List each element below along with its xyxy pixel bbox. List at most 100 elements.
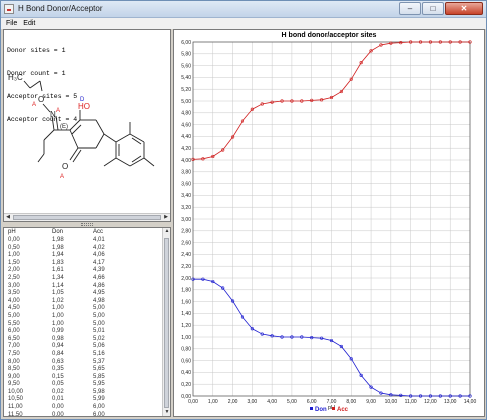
cell-ph: 7,00	[8, 343, 20, 350]
table-row[interactable]: 1,50 1,83 4,17	[6, 260, 164, 268]
label-acceptor-2: A	[56, 108, 60, 114]
table-row[interactable]: 10,50 0,01 5,99	[6, 396, 164, 404]
x-tick-label: 14,00	[464, 399, 477, 405]
y-tick-label: 4,20	[181, 146, 191, 152]
donor-sites-line: Donor sites = 1	[7, 47, 66, 55]
table-scroll-thumb[interactable]	[164, 238, 169, 408]
table-row[interactable]: 3,00 1,14 4,86	[6, 283, 164, 291]
cell-ph: 3,00	[8, 282, 20, 289]
y-tick-label: 3,20	[181, 205, 191, 211]
x-tick-label: 5,00	[287, 399, 297, 405]
cell-acc: 4,02	[93, 244, 105, 251]
label-h3c: H₃C	[8, 73, 23, 82]
column-header-ph[interactable]: pH	[8, 229, 16, 235]
cell-acc: 5,01	[93, 328, 105, 335]
table-row[interactable]: 2,50 1,34 4,66	[6, 275, 164, 283]
cell-don: 1,02	[52, 297, 64, 304]
x-tick-label: 1,00	[208, 399, 218, 405]
table-row[interactable]: 6,50 0,98 5,02	[6, 336, 164, 344]
column-header-acc[interactable]: Acc	[93, 229, 103, 235]
table-row[interactable]: 6,00 0,99 5,01	[6, 328, 164, 336]
table-row[interactable]: 7,00 0,94 5,06	[6, 343, 164, 351]
y-tick-label: 1,60	[181, 299, 191, 305]
y-tick-label: 0,40	[181, 370, 191, 376]
table-row[interactable]: 4,00 1,02 4,98	[6, 298, 164, 306]
cell-ph: 0,00	[8, 237, 20, 243]
cell-ph: 6,50	[8, 335, 20, 342]
y-tick-label: 1,80	[181, 288, 191, 294]
minimize-button[interactable]: –	[399, 2, 421, 15]
close-button[interactable]: ✕	[445, 2, 483, 15]
cell-don: 0,01	[52, 396, 64, 403]
cell-acc: 5,00	[93, 320, 105, 327]
y-tick-label: 3,80	[181, 170, 191, 176]
table-row[interactable]: 8,00 0,63 5,37	[6, 359, 164, 367]
maximize-button[interactable]: □	[422, 2, 444, 15]
cell-don: 1,83	[52, 259, 64, 266]
table-row[interactable]: 11,00 0,00 6,00	[6, 404, 164, 412]
cell-ph: 8,50	[8, 366, 20, 373]
cell-don: 1,14	[52, 282, 64, 289]
y-tick-label: 2,60	[181, 240, 191, 246]
cell-acc: 5,95	[93, 381, 105, 388]
table-row[interactable]: 5,50 1,00 5,00	[6, 321, 164, 329]
menu-edit[interactable]: Edit	[23, 18, 35, 29]
table-row[interactable]: 7,50 0,84 5,16	[6, 351, 164, 359]
table-row[interactable]: 2,00 1,61 4,39	[6, 267, 164, 275]
table-vertical-scrollbar[interactable]: ▲ ▼	[162, 228, 170, 416]
table-row[interactable]: 10,00 0,02 5,98	[6, 389, 164, 397]
cell-don: 1,00	[52, 320, 64, 327]
scroll-left-icon[interactable]: ◀	[4, 214, 12, 221]
scroll-thumb[interactable]	[13, 215, 161, 220]
table-row[interactable]: 0,50 1,98 4,02	[6, 245, 164, 253]
cell-acc: 5,99	[93, 396, 105, 403]
values-table: pH Don Acc 0,00 1,98 4,01 0,50 1,98 4,02 1,00 1…	[3, 227, 171, 417]
menu-file[interactable]: File	[6, 18, 17, 29]
scroll-down-icon[interactable]: ▼	[163, 409, 170, 416]
cell-don: 1,98	[52, 237, 64, 243]
table-row[interactable]: 3,50 1,05 4,95	[6, 290, 164, 298]
cell-ph: 4,00	[8, 297, 20, 304]
splitter-grip-icon[interactable]	[81, 223, 93, 226]
cell-ph: 7,50	[8, 350, 20, 357]
cell-don: 1,00	[52, 305, 64, 312]
cell-acc: 5,37	[93, 358, 105, 365]
table-row[interactable]: 5,00 1,00 5,00	[6, 313, 164, 321]
x-tick-label: 6,00	[307, 399, 317, 405]
title-bar[interactable]: H Bond Donor/Acceptor – □ ✕	[1, 1, 486, 18]
cell-ph: 9,50	[8, 381, 20, 388]
y-tick-label: 1,20	[181, 323, 191, 329]
column-header-don[interactable]: Don	[52, 229, 63, 235]
cell-don: 0,99	[52, 328, 64, 335]
table-row[interactable]: 9,50 0,05 5,95	[6, 381, 164, 389]
cell-don: 0,35	[52, 366, 64, 373]
table-row[interactable]: 11,50 0,00 6,00	[6, 412, 164, 416]
cell-ph: 3,50	[8, 290, 20, 297]
app-window: H Bond Donor/Acceptor – □ ✕ File Edit Do…	[0, 0, 487, 420]
label-acceptor-1: A	[32, 102, 36, 108]
structure-panel: Donor sites = 1 Donor count = 1 Acceptor…	[3, 29, 171, 222]
cell-acc: 5,98	[93, 388, 105, 395]
table-row[interactable]: 9,00 0,15 5,85	[6, 374, 164, 382]
legend-marker-don	[310, 407, 313, 410]
cell-acc: 4,98	[93, 297, 105, 304]
table-row[interactable]: 4,50 1,00 5,00	[6, 305, 164, 313]
y-tick-label: 2,80	[181, 229, 191, 235]
cell-ph: 5,50	[8, 320, 20, 327]
structure-horizontal-scrollbar[interactable]: ◀ ▶	[4, 213, 170, 221]
y-tick-label: 2,40	[181, 252, 191, 258]
scroll-up-icon[interactable]: ▲	[163, 228, 170, 235]
scroll-right-icon[interactable]: ▶	[162, 214, 170, 221]
y-tick-label: 0,60	[181, 358, 191, 364]
cell-acc: 5,02	[93, 335, 105, 342]
table-body: 0,00 1,98 4,01 0,50 1,98 4,02 1,00 1,94 4,06 1,50…	[6, 237, 164, 416]
cell-ph: 8,00	[8, 358, 20, 365]
label-ho: HO	[78, 102, 90, 111]
table-row[interactable]: 0,00 1,98 4,01	[6, 237, 164, 245]
table-row[interactable]: 8,50 0,35 5,65	[6, 366, 164, 374]
cell-ph: 6,00	[8, 328, 20, 335]
table-row[interactable]: 1,00 1,94 4,06	[6, 252, 164, 260]
y-tick-label: 4,60	[181, 122, 191, 128]
x-tick-label: 0,00	[188, 399, 198, 405]
y-tick-label: 0,80	[181, 347, 191, 353]
